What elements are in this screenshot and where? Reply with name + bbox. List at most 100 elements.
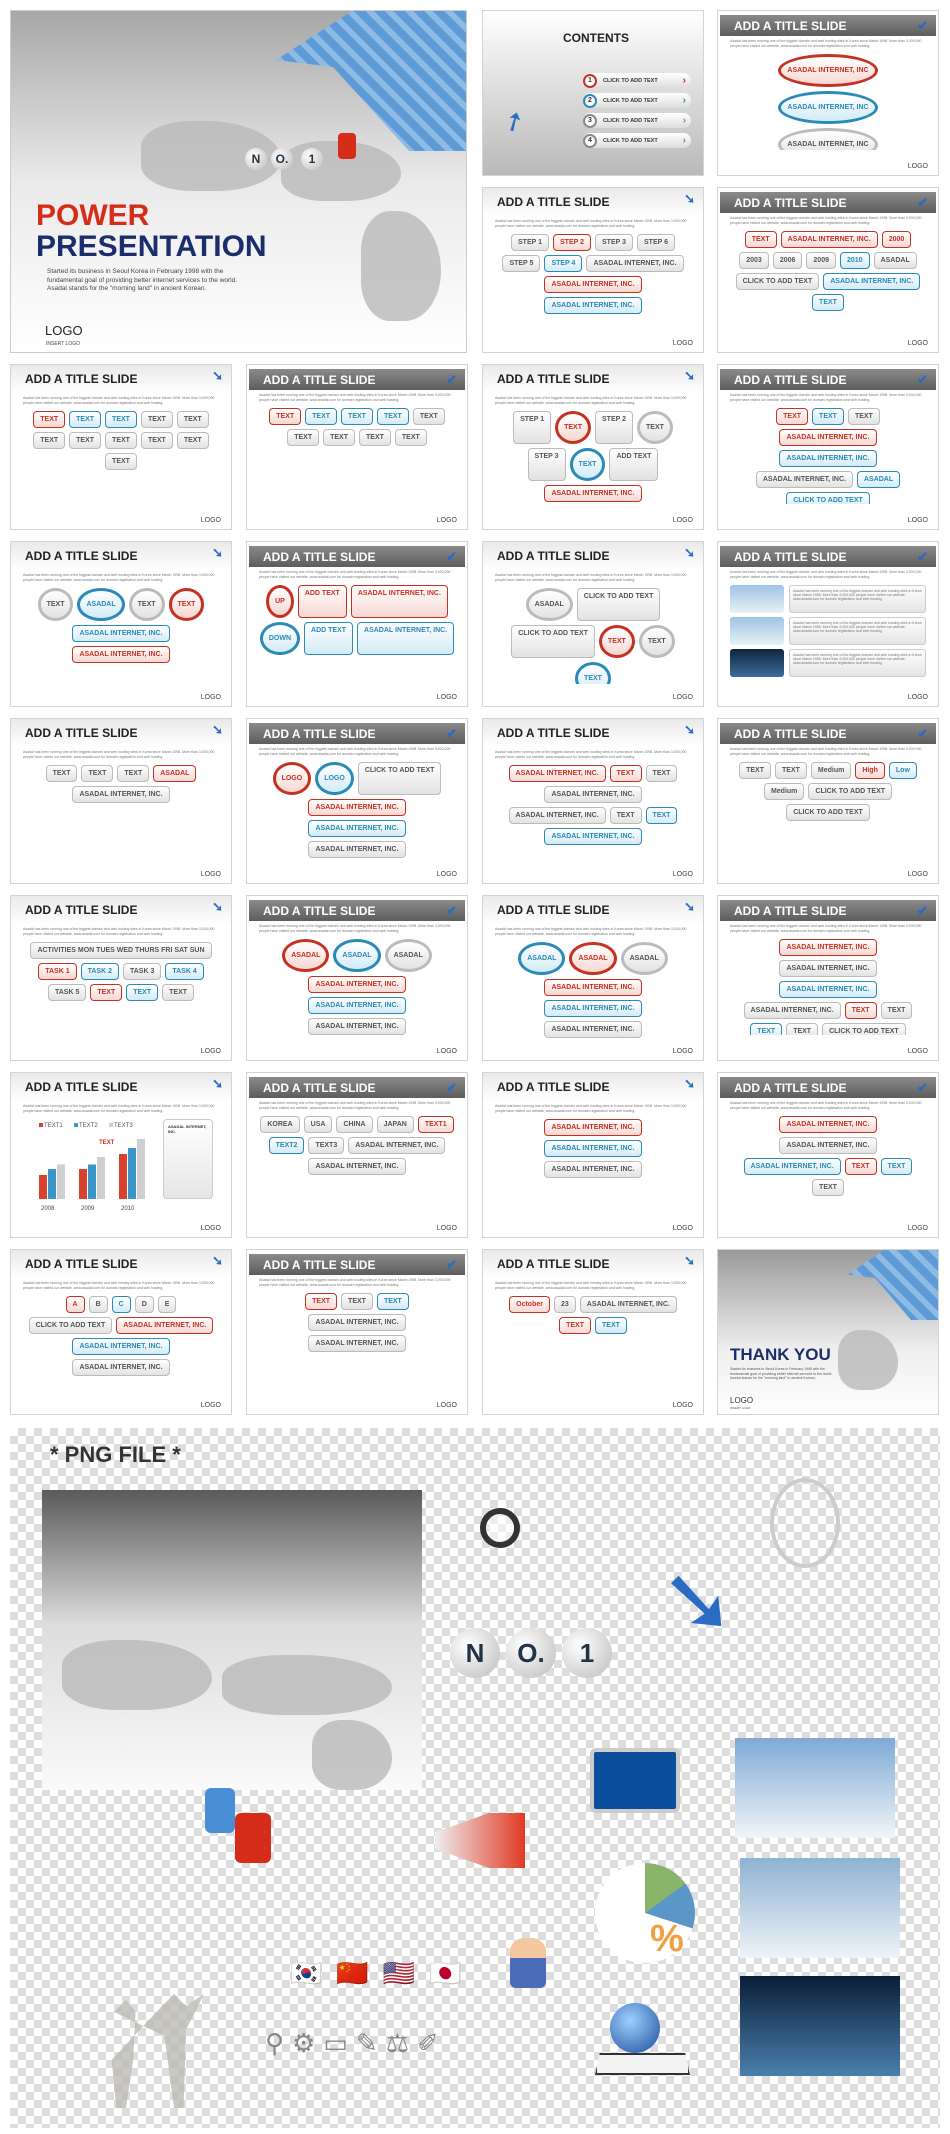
contents-slide[interactable]: CONTENTS ➚ 1 CLICK TO ADD TEXT › 2 CLICK TO … — [482, 10, 704, 176]
slide-thumbnail[interactable]: ADD A TITLE SLIDE ✔ Asadal has been runnin… — [717, 364, 939, 530]
contents-item[interactable]: 3 CLICK TO ADD TEXT › — [583, 113, 691, 128]
slide-thumbnail[interactable]: ADD A TITLE SLIDE ➘ Asadal has been runnin… — [10, 364, 232, 530]
slide-description: Asadal has been running one of the bigge… — [730, 39, 922, 48]
cover-slide[interactable]: N O. 1 POWER PRESENTATION Started its bu… — [10, 10, 467, 353]
slide-title: ADD A TITLE SLIDE — [734, 726, 847, 741]
megaphone-icon — [435, 1813, 525, 1868]
slide-label: ASADAL INTERNET, INC. — [779, 981, 877, 998]
slide-thumbnail[interactable]: ADD A TITLE SLIDE ➘ Asadal has been runnin… — [482, 1249, 704, 1415]
slide-label: ASADAL — [873, 252, 917, 269]
slide-thumbnail[interactable]: ADD A TITLE SLIDE ➘ Asadal has been runnin… — [10, 718, 232, 884]
slide-content: STEP 1 STEP 2 STEP 3 STEP 6 STEP 5 STEP 4 ASAD… — [483, 230, 703, 330]
slide-label: ASADAL INTERNET, INC. — [308, 1335, 406, 1352]
slide-label: TEXT — [880, 1158, 913, 1175]
person-with-magnifier-icon — [770, 1478, 840, 1568]
slide-title: ADD A TITLE SLIDE — [497, 549, 610, 563]
photo-thumbnail — [730, 617, 784, 645]
slide-thumbnail[interactable]: ADD A TITLE SLIDE ➘ Asadal has been runnin… — [10, 895, 232, 1061]
slide-thumbnail[interactable]: ADD A TITLE SLIDE ➘ Asadal has been runnin… — [482, 364, 704, 530]
slide-thumbnail[interactable]: ADD A TITLE SLIDE ➘ Asadal has been runnin… — [10, 1249, 232, 1415]
slide-title-bar: ADD A TITLE SLIDE ➘ — [11, 719, 231, 747]
slide-thumbnail[interactable]: ADD A TITLE SLIDE ➘ Asadal has been runnin… — [482, 187, 704, 353]
slide-title-bar: ADD A TITLE SLIDE ➘ — [483, 542, 703, 570]
contents-item[interactable]: 2 CLICK TO ADD TEXT › — [583, 93, 691, 108]
slide-thumbnail[interactable]: ADD A TITLE SLIDE ✔ Asadal has been runnin… — [246, 718, 468, 884]
slide-label: TEXT — [750, 1023, 783, 1035]
bar — [79, 1169, 87, 1199]
arrow-logo-icon: ➘ — [684, 899, 695, 914]
slide-label: ASADAL INTERNET, INC. — [579, 1296, 677, 1313]
arrow-logo-icon: ➘ — [212, 545, 223, 560]
slide-thumbnail[interactable]: ADD A TITLE SLIDE ✔ Asadal has been runnin… — [246, 364, 468, 530]
slide-title-bar: ADD A TITLE SLIDE ✔ — [249, 546, 465, 567]
slide-logo: LOGO — [200, 1225, 221, 1232]
slide-label: CLICK TO ADD TEXT — [576, 588, 661, 621]
contents-item[interactable]: 1 CLICK TO ADD TEXT › — [583, 73, 691, 88]
slide-description: Asadal has been running one of the bigge… — [495, 219, 687, 228]
slide-label: Medium — [763, 783, 805, 800]
x-tick-label: 2009 — [81, 1206, 95, 1212]
slide-thumbnail[interactable]: ADD A TITLE SLIDE ✔ Asadal has been runnin… — [717, 187, 939, 353]
contents-item-number: 2 — [583, 93, 597, 108]
slide-label: ASADAL INTERNET, INC. — [308, 997, 406, 1014]
slide-label: ASADAL INTERNET, INC. — [350, 585, 448, 618]
slide-label: ASADAL INTERNET, INC. — [72, 786, 170, 803]
photo-caption: Asadal has been running one of the bigge… — [789, 585, 926, 613]
slide-logo: LOGO — [200, 694, 221, 701]
slide-thumbnail[interactable]: ADD A TITLE SLIDE ➘ Asadal has been runnin… — [10, 541, 232, 707]
slide-thumbnail[interactable]: ADD A TITLE SLIDE ✔ Asadal has been runnin… — [246, 1249, 468, 1415]
slide-thumbnail[interactable]: ADD A TITLE SLIDE ✔ Asadal has been runnin… — [717, 1072, 939, 1238]
slide-label: TEXT — [739, 762, 771, 779]
slide-thumbnail[interactable]: ADD A TITLE SLIDE ✔ Asadal has been runnin… — [717, 541, 939, 707]
slide-title: ADD A TITLE SLIDE — [25, 372, 138, 386]
slide-thumbnail[interactable]: ADD A TITLE SLIDE ➘ Asadal has been runnin… — [482, 895, 704, 1061]
slide-description: Asadal has been running one of the bigge… — [730, 924, 922, 933]
slide-label: ASADAL INTERNET, INC. — [779, 1116, 877, 1133]
slide-description: Asadal has been running one of the bigge… — [495, 1281, 687, 1290]
slide-content: TEXT TEXT TEXT TEXT TEXT TEXT TEXT TEXT TEXT — [247, 404, 467, 504]
slide-title: ADD A TITLE SLIDE — [497, 726, 610, 740]
percent-icon: % — [650, 1918, 684, 1960]
checkmark-logo-icon: ✔ — [917, 372, 928, 387]
contents-item-label: CLICK TO ADD TEXT — [603, 77, 658, 84]
slide-label: TASK 5 — [47, 984, 87, 1001]
slide-thumbnail[interactable]: ADD A TITLE SLIDE ➘ Asadal has been runnin… — [482, 541, 704, 707]
thank-you-slide[interactable]: THANK YOU Started its business in Seoul … — [717, 1249, 939, 1415]
slide-label: ASADAL INTERNET, INC. — [755, 471, 853, 488]
slide-title-bar: ADD A TITLE SLIDE ✔ — [720, 1077, 936, 1098]
slide-thumbnail[interactable]: ADD A TITLE SLIDE ✔ Asadal has been runnin… — [246, 541, 468, 707]
slide-label: ASADAL INTERNET, INC. — [823, 273, 921, 290]
slide-thumbnail[interactable]: ADD A TITLE SLIDE ➘ Asadal has been runnin… — [482, 1072, 704, 1238]
slide-label: ASADAL INTERNET, INC. — [544, 1119, 642, 1136]
slide-label: TEXT — [140, 411, 173, 428]
slide-label: TEXT — [776, 408, 809, 425]
side-panel-title: ASADAL INTERNET, INC. — [163, 1119, 213, 1199]
slide-title-bar: ADD A TITLE SLIDE ✔ — [720, 192, 936, 213]
slide-description: Asadal has been running one of the bigge… — [259, 1101, 451, 1110]
slide-thumbnail[interactable]: ADD A TITLE SLIDE ✔ Asadal has been runnin… — [246, 1072, 468, 1238]
contents-item-number: 3 — [583, 113, 597, 128]
slide-label: STEP 5 — [502, 255, 541, 272]
slide-label: ASADAL INTERNET, INC. — [308, 976, 406, 993]
slide-thumbnail[interactable]: ADD A TITLE SLIDE ✔ Asadal has been runnin… — [717, 10, 939, 176]
slide-label: High — [855, 762, 885, 779]
book-icon — [595, 2053, 690, 2075]
slide-thumbnail[interactable]: ADD A TITLE SLIDE ➘ Asadal has been runnin… — [482, 718, 704, 884]
slide-label: CLICK TO ADD TEXT — [735, 273, 820, 290]
slide-label: ASADAL INTERNET, INC. — [544, 979, 642, 996]
slide-thumbnail[interactable]: ADD A TITLE SLIDE ✔ Asadal has been runnin… — [717, 895, 939, 1061]
slide-label: TEXT3 — [308, 1137, 345, 1154]
slide-logo: LOGO — [907, 163, 928, 170]
slide-description: Asadal has been running one of the bigge… — [259, 1278, 451, 1287]
slide-thumbnail[interactable]: ADD A TITLE SLIDE ✔ Asadal has been runnin… — [717, 718, 939, 884]
slide-label: TEXT — [575, 662, 611, 684]
slide-label: CHINA — [336, 1116, 373, 1133]
slide-label: TEXT — [33, 432, 66, 449]
slide-label: ASADAL INTERNET, INC. — [116, 1317, 214, 1334]
slide-thumbnail[interactable]: ADD A TITLE SLIDE ➘ Asadal has been runnin… — [10, 1072, 232, 1238]
no1-balls: N O. 1 — [450, 1628, 612, 1678]
contents-item[interactable]: 4 CLICK TO ADD TEXT › — [583, 133, 691, 148]
slide-label: ASADAL INTERNET, INC. — [544, 828, 642, 845]
slide-thumbnail[interactable]: ADD A TITLE SLIDE ✔ Asadal has been runnin… — [246, 895, 468, 1061]
contents-item-number: 4 — [583, 133, 597, 148]
